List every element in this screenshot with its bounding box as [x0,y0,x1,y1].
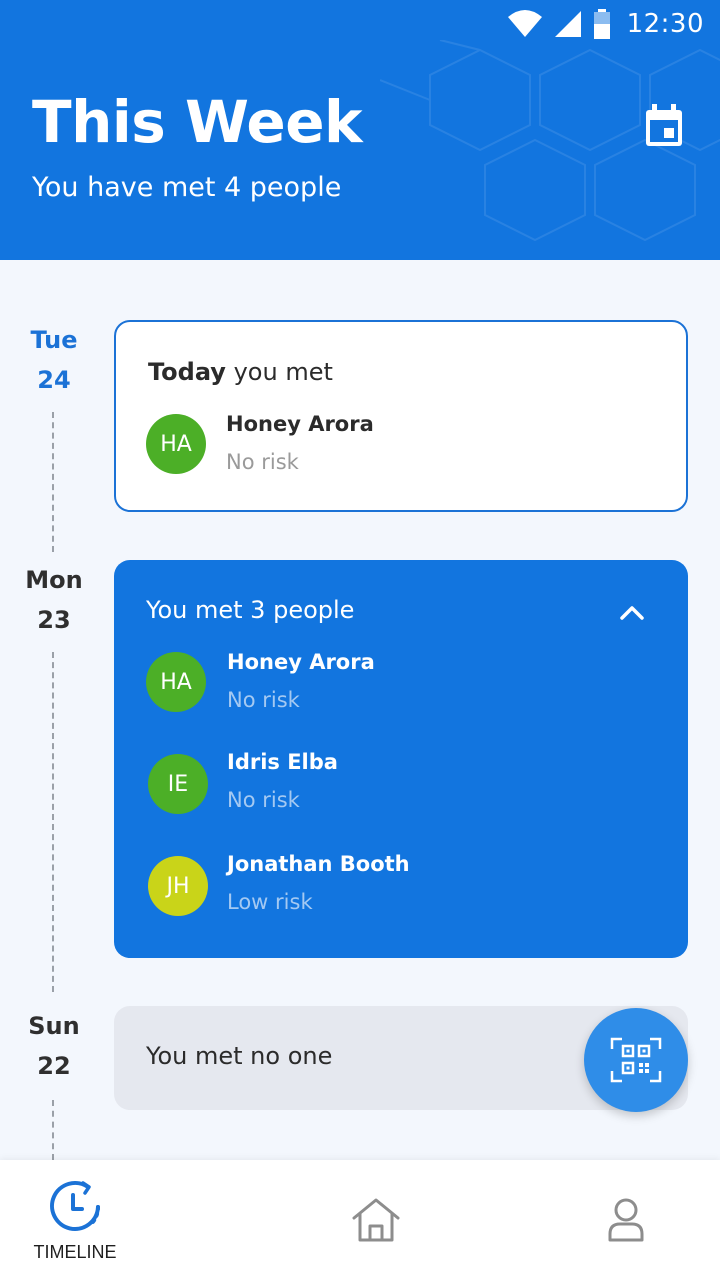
page-title: This Week [32,88,363,156]
day-date: 23 [37,606,71,634]
heading-rest: you met [233,358,333,386]
heading-bold: Today [148,358,226,386]
timeline-connector [52,412,54,552]
profile-icon [608,1198,644,1242]
card-heading: You met 3 people [146,596,355,624]
day-of-week: Sun [28,1012,80,1040]
risk-status: No risk [226,450,299,474]
home-icon [352,1198,400,1242]
collapse-button[interactable] [614,596,650,628]
today-card[interactable]: Today you met HA Honey Arora No risk [114,320,688,512]
nav-timeline[interactable]: TIMELINE [0,1160,150,1280]
risk-status: No risk [227,688,300,712]
qr-code-scan-icon [610,1037,662,1083]
battery-icon [593,9,610,39]
status-time: 12:30 [626,9,704,39]
day-date: 22 [37,1052,71,1080]
avatar: JH [148,856,208,916]
day-label-mon: Mon 23 [14,560,94,640]
person-name: Honey Arora [227,650,375,674]
mon-card[interactable]: You met 3 people HA Honey Arora No risk … [114,560,688,958]
day-of-week: Tue [30,326,78,354]
nav-label: TIMELINE [33,1242,117,1262]
nav-profile[interactable] [550,1160,700,1280]
status-bar: 12:30 [0,0,720,48]
day-of-week: Mon [25,566,83,594]
person-name: Jonathan Booth [227,852,410,876]
avatar: HA [146,414,206,474]
hexagon-pattern [380,40,720,242]
bottom-nav: TIMELINE [0,1160,720,1280]
card-text: You met no one [146,1042,333,1070]
timeline-connector [52,1100,54,1160]
page-subtitle: You have met 4 people [32,172,342,203]
card-heading: Today you met [148,358,333,386]
risk-status: Low risk [227,890,313,914]
person-name: Honey Arora [226,412,374,436]
day-label-sun: Sun 22 [14,1006,94,1086]
risk-status: No risk [227,788,300,812]
timeline-clock-icon [50,1181,100,1231]
qr-scan-button[interactable] [584,1008,688,1112]
signal-icon [554,11,581,37]
nav-home[interactable] [300,1160,450,1280]
header: 12:30 This Week You have met 4 people [0,0,720,260]
calendar-icon [646,104,682,146]
day-label-tue: Tue 24 [14,320,94,400]
wifi-icon [507,10,542,37]
calendar-button[interactable] [644,104,684,148]
avatar: IE [148,754,208,814]
avatar: HA [146,652,206,712]
chevron-up-icon [620,606,644,620]
timeline-connector [52,652,54,992]
person-name: Idris Elba [227,750,338,774]
day-date: 24 [37,366,71,394]
